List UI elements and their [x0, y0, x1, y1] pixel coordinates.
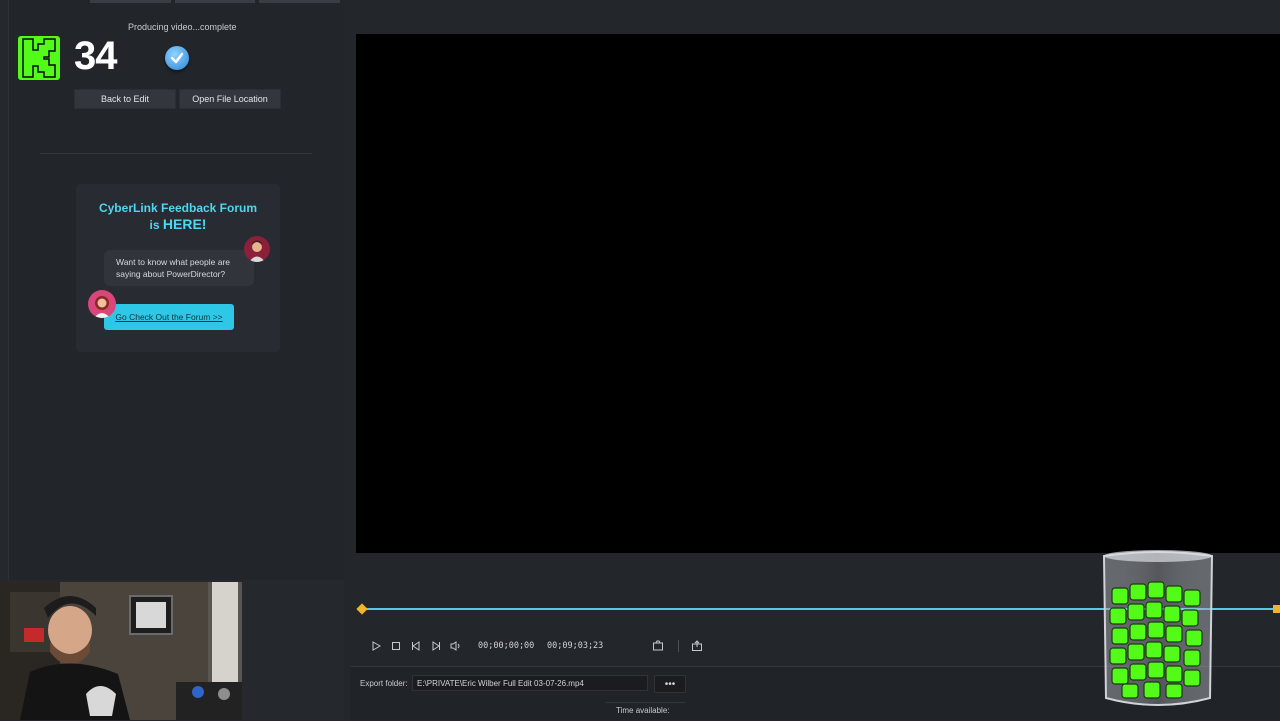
webcam-feed — [0, 582, 242, 720]
avatar-man-icon — [244, 236, 270, 262]
avatar-woman-icon — [88, 290, 116, 318]
open-file-location-button[interactable]: Open File Location — [179, 89, 281, 109]
current-timecode: 00;00;00;00 — [478, 641, 535, 651]
export-preview-icon[interactable] — [687, 636, 707, 656]
time-available-label: Time available: — [616, 706, 670, 715]
back-to-edit-button[interactable]: Back to Edit — [74, 89, 176, 109]
ad-title: CyberLink Feedback Forum is HERE! — [76, 200, 280, 233]
play-icon[interactable] — [366, 636, 386, 656]
complete-check-icon — [165, 46, 189, 70]
playhead-marker[interactable] — [356, 603, 368, 615]
ad-title-line1: CyberLink Feedback Forum — [98, 201, 258, 215]
feedback-forum-ad: CyberLink Feedback Forum is HERE! Want t… — [76, 184, 280, 352]
export-folder-field[interactable]: E:\PRIVATE\Eric Wilber Full Edit 03-07-2… — [412, 675, 648, 691]
volume-icon[interactable] — [446, 636, 466, 656]
kick-jar-overlay — [1100, 548, 1216, 712]
panel-tabs — [90, 0, 341, 3]
divider — [606, 702, 686, 703]
ad-speech-bubble: Want to know what people are saying abou… — [104, 250, 254, 286]
next-frame-icon[interactable] — [426, 636, 446, 656]
control-separator — [678, 640, 679, 652]
previous-frame-icon[interactable] — [406, 636, 426, 656]
ad-title-emphasis: HERE! — [162, 216, 207, 232]
produce-status: Producing video...complete — [128, 22, 237, 32]
stop-icon[interactable] — [386, 636, 406, 656]
export-folder-label: Export folder: — [360, 679, 408, 688]
playback-controls — [366, 636, 466, 656]
snapshot-icon[interactable] — [648, 636, 668, 656]
total-timecode: 00;09;03;23 — [547, 641, 604, 651]
ad-bubble-line2: saying about PowerDirector? — [116, 269, 226, 279]
browse-button[interactable]: ••• — [654, 675, 686, 693]
video-preview[interactable] — [356, 34, 1280, 553]
viewer-count: 34 — [74, 34, 117, 78]
kick-logo-icon — [18, 36, 60, 80]
forum-link-button[interactable]: Go Check Out the Forum >> — [104, 304, 234, 330]
ad-bubble-line1: Want to know what people are — [116, 257, 231, 267]
divider — [40, 153, 312, 154]
ad-title-prefix: is — [149, 218, 163, 232]
end-marker[interactable] — [1273, 605, 1280, 613]
